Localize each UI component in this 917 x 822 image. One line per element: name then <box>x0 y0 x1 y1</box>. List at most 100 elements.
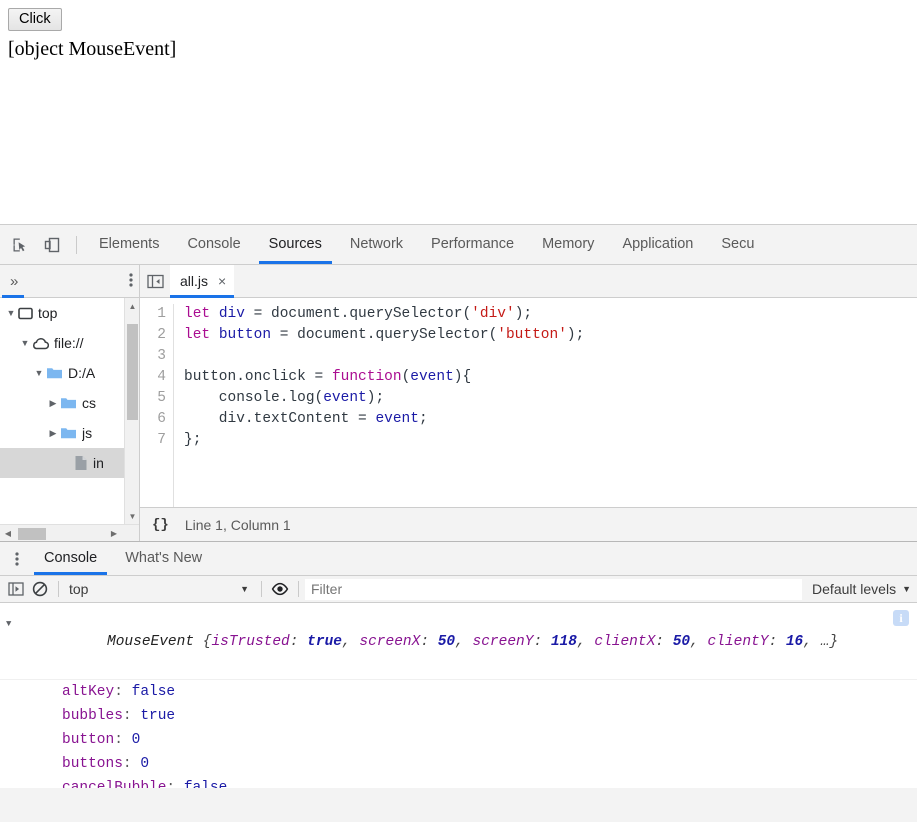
clear-console-icon[interactable] <box>28 578 52 600</box>
tree-item-index-file[interactable]: in <box>0 448 139 478</box>
live-expression-icon[interactable] <box>268 578 292 600</box>
web-page-viewport: Click [object MouseEvent] <box>0 0 917 224</box>
tree-item-css-folder[interactable]: ▶ cs <box>0 388 139 418</box>
editor-tabbar: all.js × <box>140 265 917 298</box>
console-context-selector[interactable]: top ▼ <box>65 581 255 597</box>
console-property-row[interactable]: button: 0 <box>0 728 917 752</box>
editor-file-tab[interactable]: all.js × <box>170 265 234 297</box>
disclosure-triangle-icon[interactable]: ▼ <box>6 606 20 636</box>
close-icon[interactable]: × <box>218 273 226 289</box>
info-icon[interactable]: i <box>893 610 909 626</box>
console-toolbar: top ▼ Default levels ▼ <box>0 576 917 603</box>
property-key: button <box>62 732 114 748</box>
code-token: = <box>245 306 271 322</box>
more-tabs-icon[interactable]: » <box>8 265 20 297</box>
navigator-vertical-scrollbar[interactable]: ▲ ▼ <box>124 298 139 524</box>
collapse-navigator-icon[interactable] <box>140 265 170 297</box>
code-line <box>184 346 917 367</box>
cloud-icon <box>32 337 49 350</box>
code-editor[interactable]: 1 2 3 4 5 6 7 let div = document.querySe… <box>140 298 917 507</box>
console-property-row[interactable]: bubbles: true <box>0 704 917 728</box>
console-object-properties[interactable]: altKey: falsebubbles: truebutton: 0butto… <box>0 680 917 788</box>
device-toolbar-icon[interactable] <box>38 231 66 259</box>
object-summary-text: : <box>655 634 672 650</box>
code-line: button.onclick = function(event){ <box>184 367 917 388</box>
console-sidebar-icon[interactable] <box>4 578 28 600</box>
twisty-icon[interactable]: ▼ <box>32 368 46 378</box>
property-value: 0 <box>140 756 149 772</box>
twisty-icon[interactable]: ▶ <box>46 428 60 439</box>
tab-security[interactable]: Secu <box>707 225 768 264</box>
property-value: true <box>140 708 175 724</box>
scroll-down-arrow[interactable]: ▼ <box>125 508 139 524</box>
inspect-element-icon[interactable] <box>6 231 34 259</box>
console-output[interactable]: ▼ MouseEvent {isTrusted: true, screenX: … <box>0 603 917 788</box>
line-number: 4 <box>140 367 166 388</box>
console-property-row[interactable]: cancelBubble: false <box>0 776 917 788</box>
drawer-tabbar: Console What's New <box>0 542 917 576</box>
code-token: ); <box>515 306 532 322</box>
line-number: 3 <box>140 346 166 367</box>
object-summary-text: { <box>194 634 211 650</box>
drawer-tab-console[interactable]: Console <box>30 542 111 575</box>
object-summary-text: , <box>455 634 472 650</box>
scroll-up-arrow[interactable]: ▲ <box>125 298 139 314</box>
pretty-print-icon[interactable]: {} <box>152 517 169 533</box>
tree-item-root-folder[interactable]: ▼ D:/A <box>0 358 139 388</box>
scroll-left-arrow[interactable]: ◀ <box>0 525 16 541</box>
property-key: bubbles <box>62 708 123 724</box>
console-property-row[interactable]: altKey: false <box>0 680 917 704</box>
object-summary-text: , …} <box>803 634 838 650</box>
code-token: ( <box>402 369 411 385</box>
code-content[interactable]: let div = document.querySelector('div');… <box>174 304 917 507</box>
click-button[interactable]: Click <box>8 8 62 31</box>
chevron-down-icon[interactable]: ▼ <box>240 584 249 594</box>
code-token: let <box>184 306 210 322</box>
twisty-icon[interactable]: ▼ <box>18 338 32 348</box>
tree-item-file-scheme[interactable]: ▼ file:// <box>0 328 139 358</box>
tab-elements[interactable]: Elements <box>85 225 173 264</box>
drawer-tab-whats-new[interactable]: What's New <box>111 542 216 575</box>
console-filter-input[interactable] <box>305 579 802 600</box>
scroll-right-arrow[interactable]: ▶ <box>106 525 122 541</box>
object-property-value: 50 <box>673 634 690 650</box>
code-token: div.textContent = <box>184 411 375 427</box>
object-property-value: 118 <box>551 634 577 650</box>
code-token: ){ <box>454 369 471 385</box>
tab-console[interactable]: Console <box>173 225 254 264</box>
code-token: let <box>184 327 210 343</box>
twisty-icon[interactable]: ▶ <box>46 398 60 409</box>
tab-network[interactable]: Network <box>336 225 417 264</box>
code-token: button <box>219 327 271 343</box>
tree-item-label: cs <box>82 395 96 411</box>
object-summary-text: : <box>420 634 437 650</box>
toolbar-divider <box>76 236 77 254</box>
drawer-more-options-icon[interactable] <box>4 551 30 567</box>
navigator-header: » <box>0 265 139 298</box>
code-line: div.textContent = event; <box>184 409 917 430</box>
code-token: event <box>410 369 454 385</box>
twisty-icon[interactable]: ▼ <box>4 308 18 318</box>
line-number: 6 <box>140 409 166 430</box>
tab-sources[interactable]: Sources <box>255 225 336 264</box>
scrollbar-thumb[interactable] <box>18 528 46 540</box>
console-log-levels-selector[interactable]: Default levels ▼ <box>802 581 911 597</box>
navigator-horizontal-scrollbar[interactable]: ◀ ▶ <box>0 524 139 541</box>
tab-application[interactable]: Application <box>608 225 707 264</box>
console-property-row[interactable]: buttons: 0 <box>0 752 917 776</box>
tree-item-top[interactable]: ▼ top <box>0 298 139 328</box>
scrollbar-thumb[interactable] <box>127 324 138 420</box>
code-token: ); <box>367 390 384 406</box>
tab-memory[interactable]: Memory <box>528 225 608 264</box>
object-property-key: clientY <box>708 634 769 650</box>
tab-performance[interactable]: Performance <box>417 225 528 264</box>
code-token: console.log( <box>184 390 323 406</box>
navigator-more-options-icon[interactable] <box>129 272 133 290</box>
tree-item-js-folder[interactable]: ▶ js <box>0 418 139 448</box>
file-tree[interactable]: ▼ top ▼ file:// ▼ <box>0 298 139 524</box>
console-log-entry[interactable]: ▼ MouseEvent {isTrusted: true, screenX: … <box>0 605 917 680</box>
editor-file-tab-label: all.js <box>180 273 208 289</box>
editor-status-bar: {} Line 1, Column 1 <box>140 507 917 541</box>
code-line: let button = document.querySelector('but… <box>184 325 917 346</box>
code-line: let div = document.querySelector('div'); <box>184 304 917 325</box>
